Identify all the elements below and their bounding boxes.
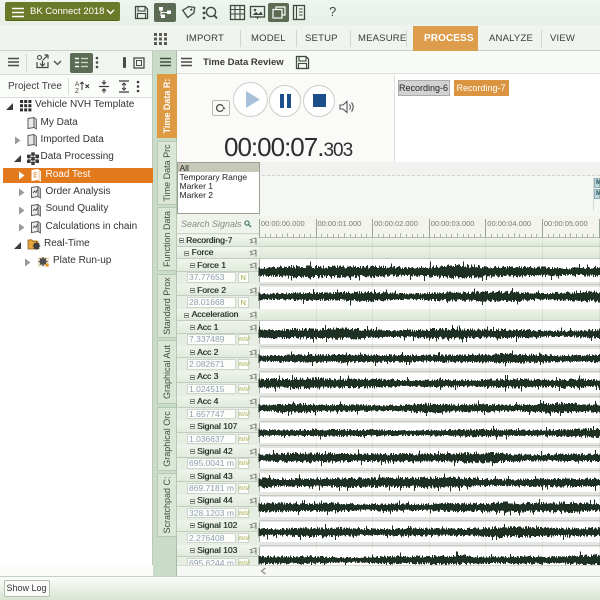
svg-text:A: A xyxy=(75,81,80,88)
svg-text:Z: Z xyxy=(75,88,79,93)
